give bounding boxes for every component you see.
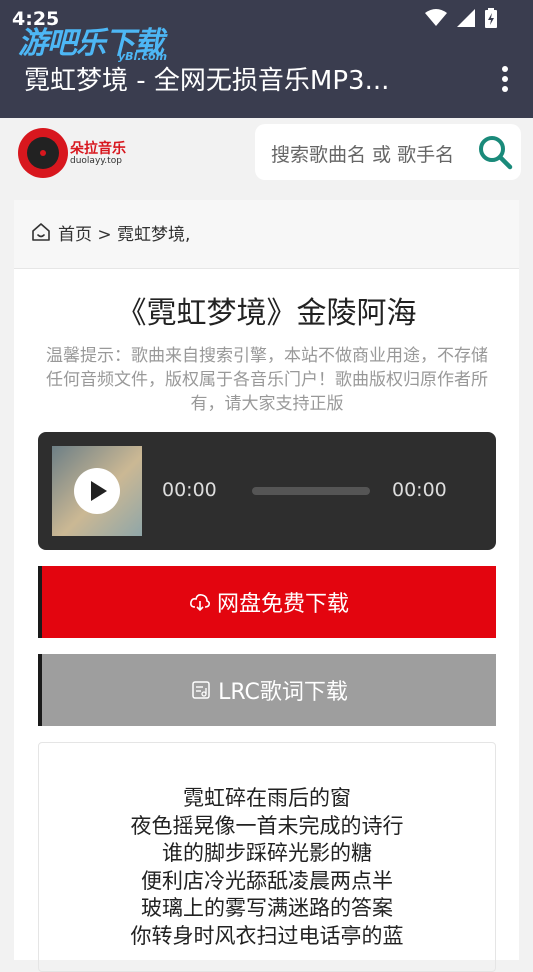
site-domain: duolayy.top <box>70 156 122 166</box>
lrc-label: LRC歌词下载 <box>218 680 348 705</box>
app-bar: 4:25 游吧乐下载 yBl.com 霓虹梦境 - 全网无损音乐MP3... <box>0 0 533 118</box>
play-icon <box>91 481 107 501</box>
lyric-line: 玻璃上的雾写满迷路的答案 <box>141 896 393 920</box>
site-logo-icon[interactable] <box>18 128 68 178</box>
audio-player: 00:00 00:00 <box>38 432 496 550</box>
site-logo-text[interactable]: 朵拉音乐 <box>70 138 126 158</box>
page-title: 霓虹梦境 - 全网无损音乐MP3... <box>24 66 390 96</box>
current-time: 00:00 <box>162 479 217 501</box>
lyric-line: 便利店冷光舔舐凌晨两点半 <box>141 868 393 893</box>
download-button[interactable]: 网盘免费下载 <box>38 566 496 638</box>
lyrics-text: 霓虹碎在雨后的窗 夜色摇晃像一首未完成的诗行 谁的脚步踩碎光影的糖 便利店冷光舔… <box>39 785 495 950</box>
lyrics-file-icon <box>192 681 210 699</box>
search-icon[interactable] <box>477 134 513 170</box>
album-cover <box>52 446 142 536</box>
song-title: 《霓虹梦境》金陵阿海 <box>116 296 417 331</box>
battery-icon <box>485 8 497 28</box>
cloud-download-icon <box>190 594 211 612</box>
breadcrumb: 首页 > 霓虹梦境, <box>14 200 519 269</box>
lyric-line: 霓虹碎在雨后的窗 <box>183 786 351 810</box>
copyright-notice: 温馨提示：歌曲来自搜索引擎，本站不做商业用途，不存储任何音频文件，版权属于各音乐… <box>46 346 488 414</box>
signal-icon <box>457 9 475 27</box>
download-label: 网盘免费下载 <box>216 592 349 617</box>
lyric-line: 夜色摇晃像一首未完成的诗行 <box>130 813 404 838</box>
search-input[interactable]: 搜索歌曲名 或 歌手名 <box>271 140 454 167</box>
status-icons <box>425 8 497 28</box>
home-icon[interactable] <box>30 221 52 243</box>
content-card: 首页 > 霓虹梦境, 《霓虹梦境》金陵阿海 温馨提示：歌曲来自搜索引擎，本站不做… <box>14 200 519 972</box>
progress-bar[interactable] <box>252 487 370 495</box>
overflow-menu-icon[interactable] <box>501 66 509 92</box>
play-button[interactable] <box>74 468 120 514</box>
lyric-line: 谁的脚步踩碎光影的糖 <box>162 841 372 865</box>
wifi-icon <box>425 9 447 26</box>
lrc-download-button[interactable]: LRC歌词下载 <box>38 654 496 726</box>
search-box[interactable]: 搜索歌曲名 或 歌手名 <box>255 124 521 180</box>
breadcrumb-text[interactable]: 首页 > 霓虹梦境, <box>58 220 190 245</box>
lyrics-panel: 霓虹碎在雨后的窗 夜色摇晃像一首未完成的诗行 谁的脚步踩碎光影的糖 便利店冷光舔… <box>38 742 496 972</box>
site-header: 朵拉音乐 duolayy.top 搜索歌曲名 或 歌手名 <box>0 118 533 190</box>
lyric-line: 你转身时风衣扫过电话亭的蓝 <box>130 923 404 948</box>
duration: 00:00 <box>392 479 447 501</box>
